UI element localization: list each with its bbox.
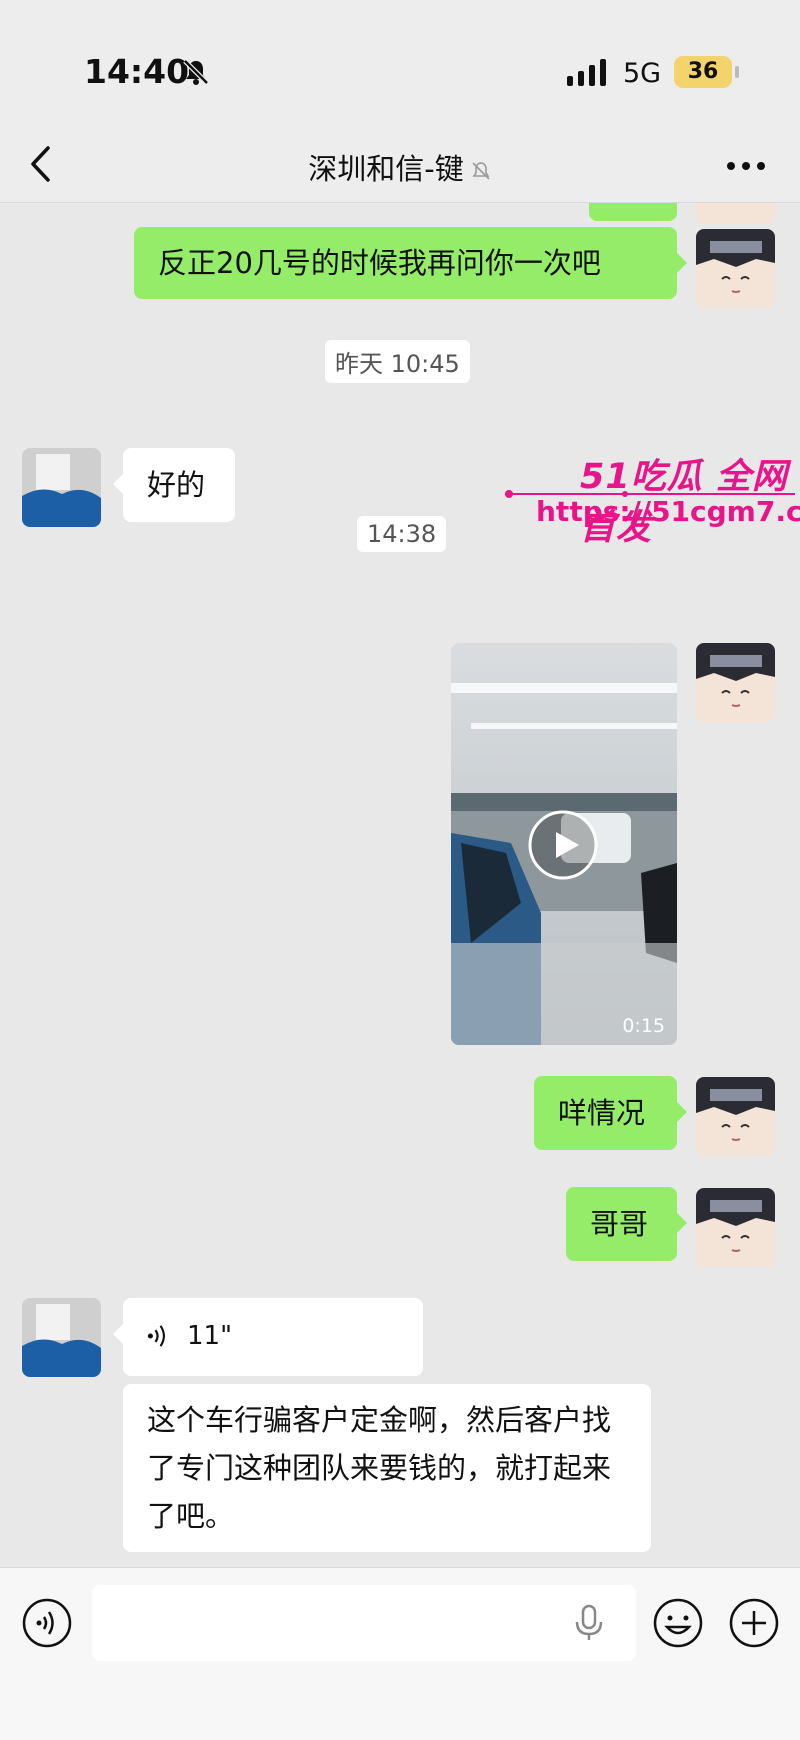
status-time: 14:40 [84,52,190,91]
avatar-image [696,1077,775,1156]
plus-icon[interactable] [728,1597,780,1649]
avatar-image [22,1298,101,1377]
watermark-url: https://51cgm7.com [536,495,800,528]
voice-toggle-icon[interactable] [22,1598,72,1648]
avatar-self[interactable] [696,643,775,722]
timestamp: 14:38 [357,516,447,552]
emoji-icon[interactable] [652,1597,704,1649]
message-bubble-out[interactable]: 咩情况 [534,1076,687,1150]
avatar-image [696,203,775,224]
play-icon[interactable] [526,808,600,882]
message-text: 这个车行骗客户定金啊，然后客户找了专门这种团队来要钱的，就打起来了吧。 [147,1403,612,1533]
message-bubble-out[interactable]: 哥哥 [566,1187,687,1261]
signal-icon [567,59,606,86]
bell-off-icon [183,59,209,85]
voice-duration: 11" [187,1321,233,1351]
message-input[interactable] [92,1585,636,1661]
mute-icon [472,162,490,180]
input-bar [0,1567,800,1740]
avatar-self[interactable] [696,203,775,224]
voice-transcription[interactable]: 这个车行骗客户定金啊，然后客户找了专门这种团队来要钱的，就打起来了吧。 [123,1384,651,1552]
voice-wave-icon [147,1325,165,1347]
previous-bubble[interactable] [589,203,677,221]
message-text: 好的 [147,468,206,502]
battery-tip [735,66,739,78]
avatar-image [22,448,101,527]
chat-area[interactable]: 反正20几号的时候我再问你一次吧 昨天 10:45 好的 51吃瓜 全网首发 h… [0,203,800,1567]
avatar-self[interactable] [696,229,775,308]
message-text: 咩情况 [558,1096,646,1130]
avatar-image [696,643,775,722]
video-message[interactable]: 0:15 [451,643,677,1045]
message-text: 反正20几号的时候我再问你一次吧 [158,246,601,280]
network-type: 5G [623,58,662,89]
chat-header: 深圳和信-键 [0,130,800,203]
chat-title: 深圳和信-键 [308,152,464,186]
avatar-image [696,1188,775,1267]
more-icon[interactable] [726,161,766,171]
avatar-self[interactable] [696,1077,775,1156]
mic-icon[interactable] [574,1604,604,1642]
avatar-contact[interactable] [22,1298,101,1377]
video-duration: 0:15 [622,1015,665,1037]
avatar-self[interactable] [696,1188,775,1267]
avatar-image [696,229,775,308]
battery-indicator: 36 [674,56,732,88]
message-bubble-in[interactable]: 好的 [113,448,235,522]
avatar-contact[interactable] [22,448,101,527]
timestamp: 昨天 10:45 [325,340,470,383]
chat-title-wrap: 深圳和信-键 [0,146,800,188]
message-bubble-out[interactable]: 反正20几号的时候我再问你一次吧 [134,227,687,299]
status-bar: 14:40 5G 36 [0,0,800,130]
message-text: 哥哥 [590,1207,649,1241]
voice-message[interactable]: 11" [113,1298,423,1376]
